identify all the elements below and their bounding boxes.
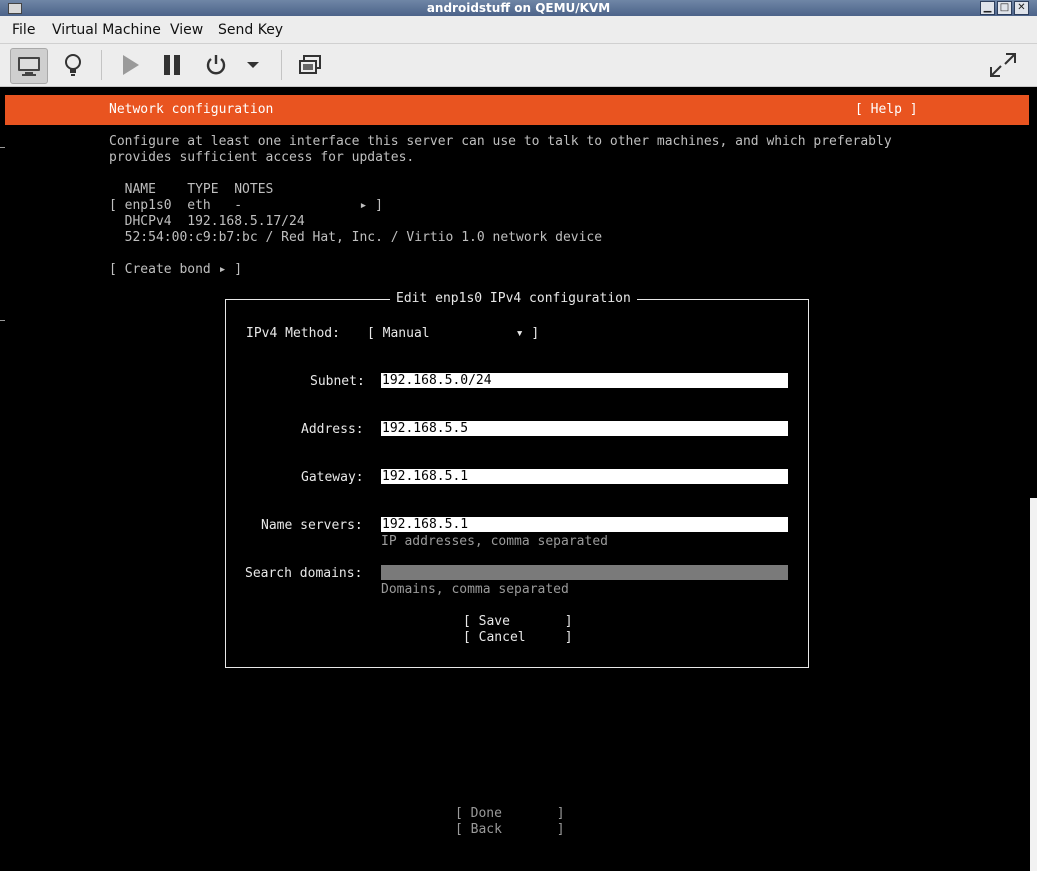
create-bond-button[interactable]: [ Create bond ▸ ]: [109, 262, 242, 278]
interface-dhcp-info: DHCPv4 192.168.5.17/24: [109, 214, 305, 229]
menu-virtual-machine[interactable]: Virtual Machine: [52, 22, 161, 38]
subnet-label: Subnet:: [310, 374, 365, 389]
details-view-button[interactable]: [55, 48, 91, 82]
name-servers-hint: IP addresses, comma separated: [381, 534, 608, 549]
subnet-field[interactable]: 192.168.5.0/24: [381, 373, 788, 388]
ipv4-method-label: IPv4 Method:: [246, 326, 340, 341]
pause-button[interactable]: [154, 48, 190, 82]
minimize-button[interactable]: ▁: [980, 1, 995, 15]
dropdown-arrow-icon: [247, 62, 259, 68]
page-title: Network configuration: [109, 102, 274, 117]
gateway-field[interactable]: 192.168.5.1: [381, 469, 788, 484]
name-servers-field[interactable]: 192.168.5.1: [381, 517, 788, 532]
play-icon: [123, 55, 139, 75]
installer-header: Network configuration [ Help ]: [5, 95, 1029, 125]
menu-send-key[interactable]: Send Key: [218, 22, 283, 38]
interface-mac-info: 52:54:00:c9:b7:bc / Red Hat, Inc. / Virt…: [109, 230, 603, 245]
cancel-button[interactable]: [ Cancel ]: [463, 630, 573, 646]
toolbar-separator: [281, 50, 282, 80]
vm-console[interactable]: Network configuration [ Help ] Configure…: [5, 87, 1029, 855]
window-titlebar[interactable]: androidstuff on QEMU/KVM ▁ □ ✕: [0, 0, 1037, 16]
search-domains-label: Search domains:: [245, 566, 363, 581]
done-button[interactable]: [ Done ]: [455, 806, 565, 822]
shutdown-menu-button[interactable]: [238, 48, 268, 82]
screenshot-icon: [299, 55, 321, 74]
menu-bar: File Virtual Machine View Send Key: [0, 16, 1037, 44]
gateway-label: Gateway:: [301, 470, 364, 485]
toolbar-separator: [101, 50, 102, 80]
fullscreen-icon: [990, 53, 1016, 77]
dialog-title: Edit enp1s0 IPv4 configuration: [390, 291, 637, 307]
pause-icon: [164, 55, 180, 75]
address-label: Address:: [301, 422, 364, 437]
intro-line-1: Configure at least one interface this se…: [109, 134, 892, 149]
address-field[interactable]: 192.168.5.5: [381, 421, 788, 436]
search-domains-hint: Domains, comma separated: [381, 582, 569, 597]
interface-table-header: NAME TYPE NOTES: [109, 182, 274, 197]
close-button[interactable]: ✕: [1014, 1, 1029, 15]
intro-line-2: provides sufficient access for updates.: [109, 150, 415, 165]
snapshots-button[interactable]: [292, 48, 328, 82]
power-icon: [206, 55, 226, 75]
search-domains-field[interactable]: [381, 565, 788, 580]
ipv4-config-dialog: Edit enp1s0 IPv4 configuration IPv4 Meth…: [225, 291, 809, 668]
menu-view[interactable]: View: [170, 22, 203, 38]
save-button[interactable]: [ Save ]: [463, 614, 573, 630]
interface-row-enp1s0[interactable]: [ enp1s0 eth - ▸ ]: [109, 198, 383, 214]
bulb-icon: [65, 54, 81, 76]
back-button[interactable]: [ Back ]: [455, 822, 565, 838]
monitor-icon: [18, 57, 40, 76]
run-button[interactable]: [112, 48, 148, 82]
toolbar: [0, 44, 1037, 87]
console-view-button[interactable]: [10, 48, 48, 84]
shutdown-button[interactable]: [198, 48, 234, 82]
help-button[interactable]: [ Help ]: [855, 102, 918, 118]
background-window-edge: [1030, 498, 1037, 871]
ipv4-method-select[interactable]: [ Manual ▾ ]: [367, 326, 539, 342]
fullscreen-button[interactable]: [985, 48, 1021, 82]
name-servers-label: Name servers:: [261, 518, 363, 533]
window-title: androidstuff on QEMU/KVM: [426, 1, 611, 15]
maximize-button[interactable]: □: [997, 1, 1012, 15]
menu-file[interactable]: File: [12, 22, 35, 38]
